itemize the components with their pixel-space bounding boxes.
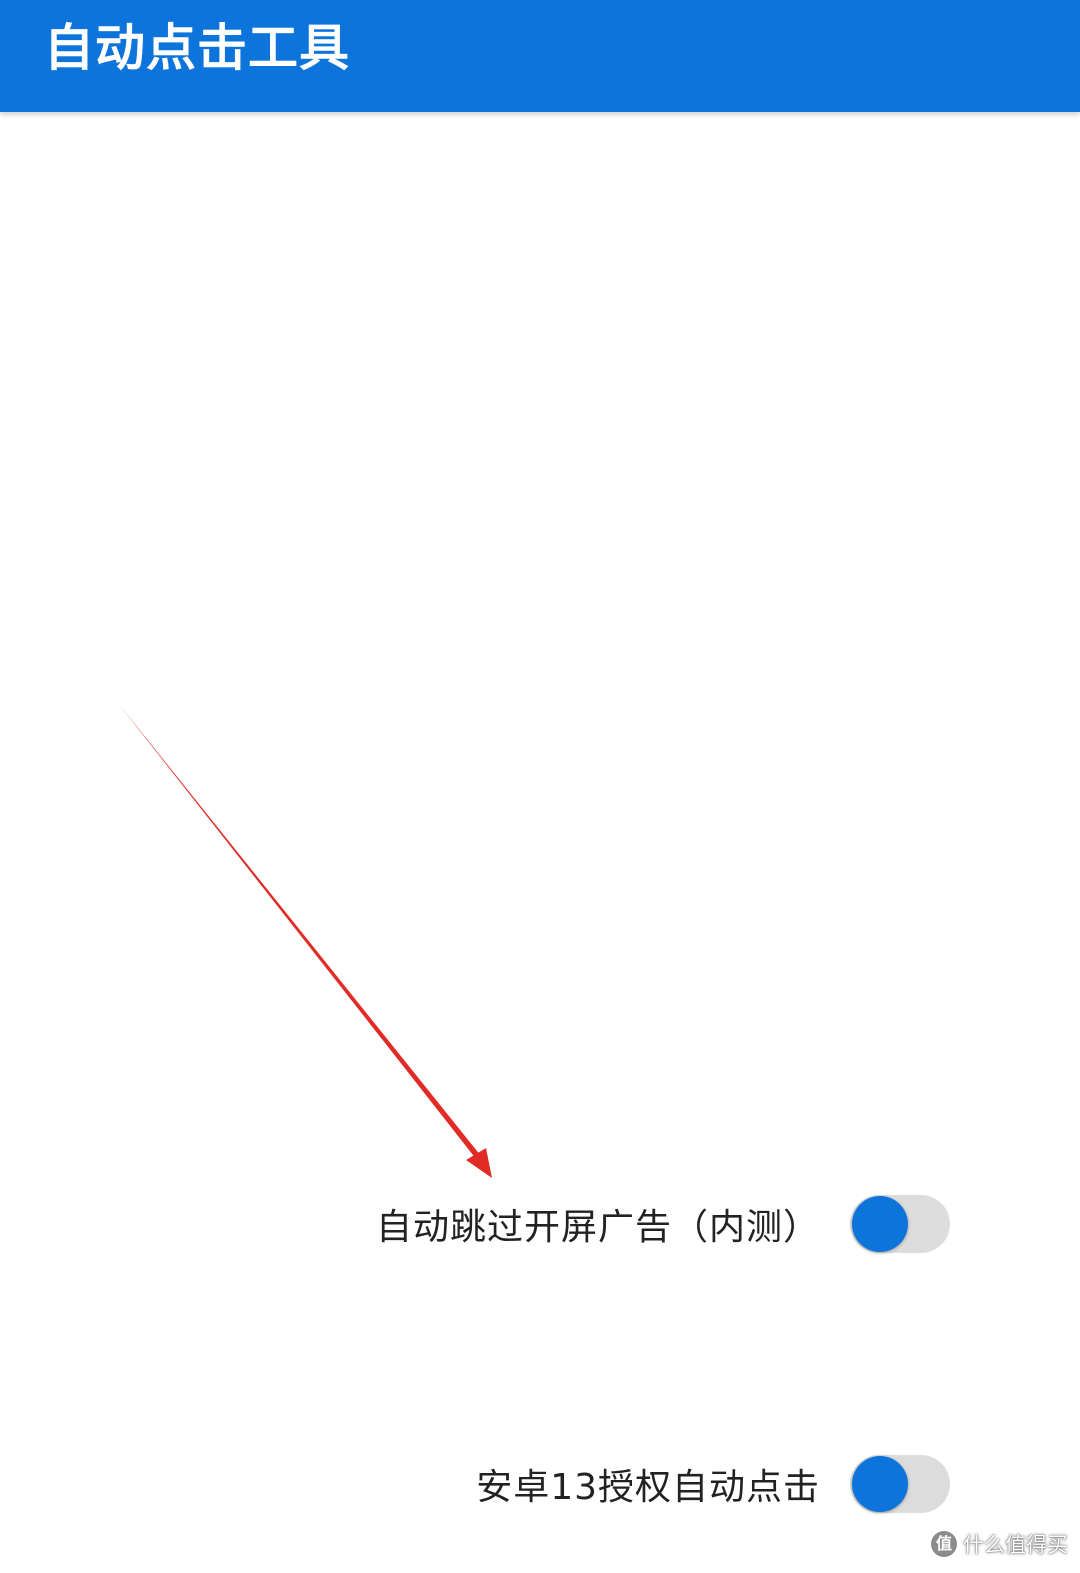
watermark-text: 什么值得买 (963, 1533, 1068, 1557)
setting-row-skip-ads: 自动跳过开屏广告（内测） (376, 1192, 950, 1256)
android13-auto-click-toggle[interactable] (850, 1453, 950, 1515)
app-bar: 自动点击工具 (0, 0, 1080, 112)
watermark: 值 什么值得买 (931, 1529, 1068, 1559)
app-title: 自动点击工具 (44, 19, 350, 77)
setting-label-android13-auto-click: 安卓13授权自动点击 (476, 1467, 820, 1508)
watermark-logo-icon: 值 (931, 1531, 957, 1557)
setting-label-skip-ads: 自动跳过开屏广告（内测） (375, 1207, 820, 1248)
toggle-thumb (852, 1456, 908, 1512)
toggle-thumb (852, 1196, 908, 1252)
setting-row-android13-auto-click: 安卓13授权自动点击 (476, 1452, 950, 1516)
annotation-arrow (118, 703, 492, 1178)
annotation-arrow-head (466, 1148, 492, 1178)
annotation-arrow-shaft (118, 703, 485, 1164)
skip-ads-toggle[interactable] (850, 1193, 950, 1255)
